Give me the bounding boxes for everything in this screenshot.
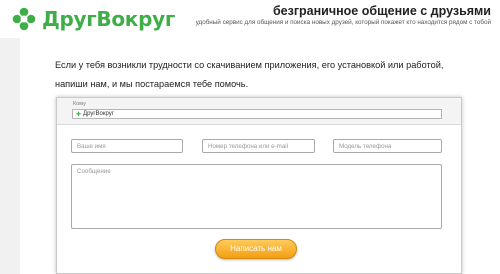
tagline-sub: удобный сервис для общения и поиска новы…: [195, 19, 491, 26]
message-textarea[interactable]: Сообщение: [71, 164, 442, 229]
tagline-main: безграничное общение с друзьями: [272, 4, 491, 18]
logo[interactable]: ДругВокруг: [11, 6, 175, 32]
site-header: ДругВокруг безграничное общение с друзья…: [0, 0, 500, 38]
logo-icon: [12, 7, 36, 31]
phone-model-input[interactable]: Модель телефона: [333, 139, 442, 153]
recipient-icon: ✚: [76, 111, 82, 118]
phone-or-email-input[interactable]: Номер телефона или e-mail: [202, 139, 315, 153]
tagline: безграничное общение с друзьями удобный …: [196, 3, 491, 27]
submit-button[interactable]: Написать нам: [215, 239, 297, 259]
feedback-form: Кому ✚ ДругВокруг Ваше имя Номер телефон…: [56, 97, 462, 274]
intro-text: Если у тебя возникли трудности со скачив…: [55, 60, 444, 89]
recipient-value: ДругВокруг: [83, 111, 114, 117]
to-label: Кому: [73, 101, 86, 107]
logo-text: ДругВокруг: [42, 7, 175, 31]
recipient-field[interactable]: ✚ ДругВокруг: [72, 109, 442, 119]
name-input[interactable]: Ваше имя: [71, 139, 183, 153]
recipient-bar: Кому ✚ ДругВокруг: [57, 98, 461, 125]
